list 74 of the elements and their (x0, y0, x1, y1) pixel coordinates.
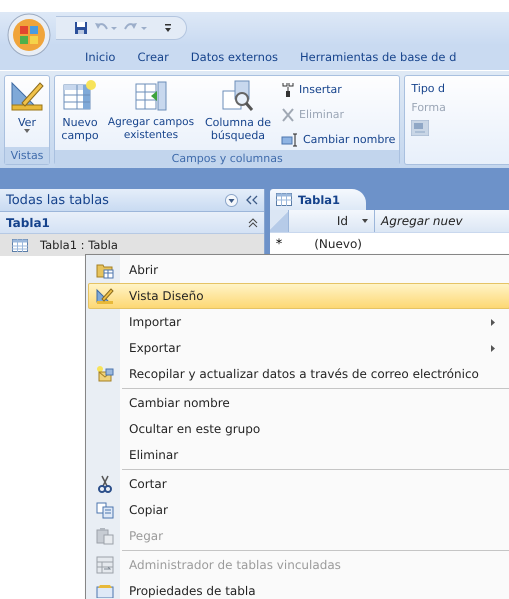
menu-item-label: Administrador de tablas vinculadas (128, 558, 342, 572)
menu-item[interactable]: Copiar (88, 497, 509, 523)
linked-tables-icon (96, 556, 114, 574)
copy-icon (96, 501, 114, 519)
menu-item[interactable]: Cortar (88, 471, 509, 497)
menu-item-label: Propiedades de tabla (128, 584, 257, 598)
ribbon-button[interactable]: Columna de búsqueda (201, 79, 275, 150)
menu-item-label: Abrir (128, 263, 160, 277)
table-icon (276, 193, 292, 206)
group-label: Vistas (5, 147, 49, 164)
ribbon-button[interactable]: Agregar campos existentes (103, 79, 199, 150)
submenu-arrow-icon (491, 344, 495, 352)
button-label: Ver (18, 116, 36, 130)
table-cell-text: (Nuevo) (313, 237, 362, 251)
button-label: Columna de búsqueda (204, 116, 272, 142)
menu-item-label: Cambiar nombre (128, 396, 231, 410)
menu-item[interactable]: Eliminar (88, 442, 509, 468)
customize-icon[interactable] (164, 23, 172, 33)
ribbon-tab[interactable]: Crear (126, 47, 180, 67)
dropdown-caret-icon (362, 219, 368, 223)
menu-item-label: Importar (128, 315, 182, 329)
menu-item-label: Pegar (128, 529, 164, 543)
menu-item-label: Recopilar y actualizar datos a través de correo electrónico (128, 367, 480, 381)
ribbon-tab[interactable]: Datos externos (180, 47, 289, 67)
menu-item[interactable]: Propiedades de tabla (88, 578, 509, 599)
rename-icon (281, 132, 299, 148)
menu-item[interactable]: Recopilar y actualizar datos a través de correo electrónico (88, 361, 509, 387)
menu-item-label: Eliminar (128, 448, 180, 462)
ribbon-label: Forma (411, 101, 446, 114)
menu-item-label: Ocultar en este grupo (128, 422, 262, 436)
save-icon[interactable] (74, 21, 88, 35)
pane-title: Todas las tablas (6, 192, 110, 208)
design-view-icon (96, 287, 114, 305)
ribbon-tab[interactable]: Herramientas de base de d (289, 47, 468, 67)
menu-item-label: Cortar (128, 477, 168, 491)
collapse-pane-icon[interactable] (246, 195, 258, 205)
scissors-icon (96, 475, 114, 493)
new-record-marker: * (274, 236, 284, 252)
menu-item[interactable]: Cambiar nombre (88, 390, 509, 416)
button-label: Agregar campos existentes (106, 116, 196, 142)
design-view-icon (10, 79, 44, 113)
menu-item-label: Copiar (128, 503, 169, 517)
ribbon-button[interactable]: Ver (9, 79, 45, 147)
button-label: Nuevo campo (60, 116, 100, 142)
table-icon (12, 238, 28, 252)
collapse-group-icon[interactable] (248, 218, 258, 228)
insert-column-icon (281, 82, 295, 98)
document-tab[interactable]: Tabla1 (270, 189, 366, 210)
group-title: Tabla1 (6, 216, 50, 230)
menu-item-label: Vista Diseño (128, 289, 205, 303)
ribbon-button[interactable]: Nuevo campo (59, 79, 101, 150)
dropdown-icon[interactable] (225, 194, 238, 206)
menu-item-label: Exportar (128, 341, 182, 355)
dropdown-caret-icon (24, 129, 30, 134)
column-header[interactable]: Id (289, 210, 375, 232)
properties-icon (96, 584, 114, 598)
ribbon-small-button[interactable]: Cambiar nombre (281, 129, 396, 150)
submenu-arrow-icon (491, 318, 495, 326)
delete-column-icon (281, 106, 295, 122)
lookup-column-icon (221, 79, 255, 113)
menu-item[interactable]: Ocultar en este grupo (88, 416, 509, 442)
paste-icon (96, 527, 114, 545)
menu-item[interactable]: Exportar (88, 335, 509, 361)
menu-item[interactable]: Vista Diseño (88, 283, 509, 309)
ribbon-small-button[interactable]: Insertar (281, 79, 396, 100)
menu-item[interactable]: Importar (88, 309, 509, 335)
group-label: Campos y columnas (55, 150, 400, 167)
column-header[interactable]: Agregar nuev (375, 210, 509, 232)
table-item[interactable]: Tabla1 : Tabla (0, 234, 264, 256)
envelope-icon (96, 365, 114, 383)
add-fields-icon (134, 79, 168, 113)
ribbon-label: Tipo d (411, 82, 446, 95)
menu-item[interactable]: Abrir (88, 257, 509, 283)
ribbon-tab[interactable]: Inicio (74, 47, 126, 67)
